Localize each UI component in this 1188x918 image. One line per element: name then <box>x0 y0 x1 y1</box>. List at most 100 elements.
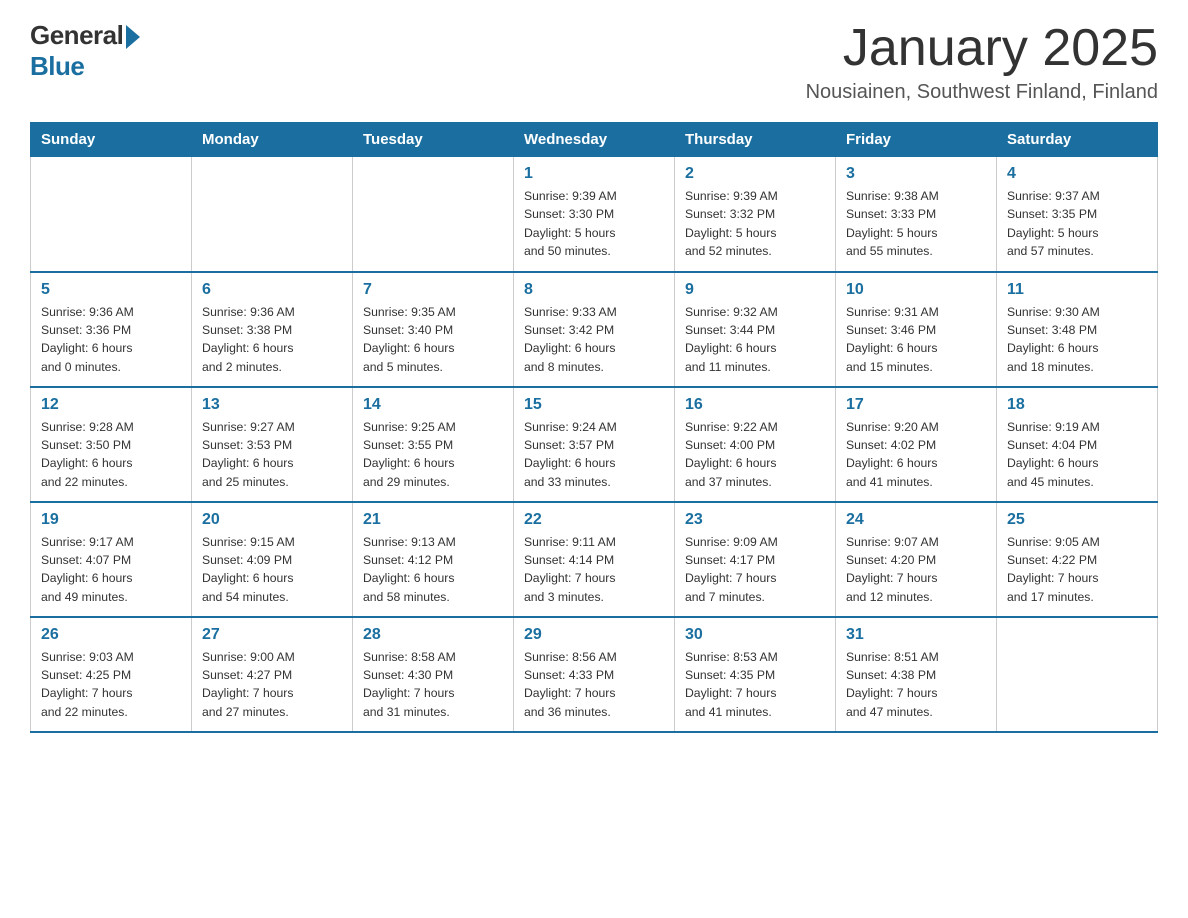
day-info: Sunrise: 9:39 AM Sunset: 3:30 PM Dayligh… <box>524 187 664 260</box>
day-info: Sunrise: 9:33 AM Sunset: 3:42 PM Dayligh… <box>524 303 664 376</box>
calendar-subtitle: Nousiainen, Southwest Finland, Finland <box>806 81 1158 104</box>
day-info: Sunrise: 9:19 AM Sunset: 4:04 PM Dayligh… <box>1007 418 1147 491</box>
day-info: Sunrise: 9:28 AM Sunset: 3:50 PM Dayligh… <box>41 418 181 491</box>
calendar-day-cell: 2 Sunrise: 9:39 AM Sunset: 3:32 PM Daylig… <box>675 157 836 272</box>
day-info: Sunrise: 9:31 AM Sunset: 3:46 PM Dayligh… <box>846 303 986 376</box>
day-info: Sunrise: 9:05 AM Sunset: 4:22 PM Dayligh… <box>1007 533 1147 606</box>
day-info: Sunrise: 9:00 AM Sunset: 4:27 PM Dayligh… <box>202 648 342 721</box>
logo-general-text: General <box>30 20 123 51</box>
title-section: January 2025 Nousiainen, Southwest Finla… <box>806 20 1158 104</box>
calendar-day-cell: 22 Sunrise: 9:11 AM Sunset: 4:14 PM Dayli… <box>514 502 675 617</box>
day-number: 30 <box>685 626 825 644</box>
calendar-day-cell: 18 Sunrise: 9:19 AM Sunset: 4:04 PM Dayli… <box>997 387 1158 502</box>
calendar-day-cell: 25 Sunrise: 9:05 AM Sunset: 4:22 PM Dayli… <box>997 502 1158 617</box>
day-number: 19 <box>41 511 181 529</box>
weekday-header-friday: Friday <box>836 123 997 157</box>
day-number: 12 <box>41 396 181 414</box>
weekday-header-saturday: Saturday <box>997 123 1158 157</box>
calendar-day-cell <box>997 617 1158 732</box>
day-number: 29 <box>524 626 664 644</box>
calendar-week-row: 26 Sunrise: 9:03 AM Sunset: 4:25 PM Dayli… <box>31 617 1158 732</box>
calendar-day-cell: 23Sunrise: 9:09 AM Sunset: 4:17 PM Dayli… <box>675 502 836 617</box>
calendar-day-cell: 13Sunrise: 9:27 AM Sunset: 3:53 PM Dayli… <box>192 387 353 502</box>
day-info: Sunrise: 9:30 AM Sunset: 3:48 PM Dayligh… <box>1007 303 1147 376</box>
calendar-day-cell: 21 Sunrise: 9:13 AM Sunset: 4:12 PM Dayli… <box>353 502 514 617</box>
day-info: Sunrise: 9:24 AM Sunset: 3:57 PM Dayligh… <box>524 418 664 491</box>
calendar-day-cell: 3 Sunrise: 9:38 AM Sunset: 3:33 PM Daylig… <box>836 157 997 272</box>
day-info: Sunrise: 9:25 AM Sunset: 3:55 PM Dayligh… <box>363 418 503 491</box>
calendar-day-cell: 30Sunrise: 8:53 AM Sunset: 4:35 PM Dayli… <box>675 617 836 732</box>
calendar-day-cell: 24 Sunrise: 9:07 AM Sunset: 4:20 PM Dayli… <box>836 502 997 617</box>
calendar-day-cell <box>31 157 192 272</box>
day-number: 24 <box>846 511 986 529</box>
day-info: Sunrise: 9:07 AM Sunset: 4:20 PM Dayligh… <box>846 533 986 606</box>
weekday-header-thursday: Thursday <box>675 123 836 157</box>
day-info: Sunrise: 9:36 AM Sunset: 3:36 PM Dayligh… <box>41 303 181 376</box>
logo-arrow-icon <box>126 25 140 49</box>
calendar-day-cell: 29 Sunrise: 8:56 AM Sunset: 4:33 PM Dayli… <box>514 617 675 732</box>
day-number: 10 <box>846 281 986 299</box>
day-number: 25 <box>1007 511 1147 529</box>
calendar-day-cell: 14 Sunrise: 9:25 AM Sunset: 3:55 PM Dayli… <box>353 387 514 502</box>
day-info: Sunrise: 9:27 AM Sunset: 3:53 PM Dayligh… <box>202 418 342 491</box>
day-info: Sunrise: 8:51 AM Sunset: 4:38 PM Dayligh… <box>846 648 986 721</box>
calendar-week-row: 19 Sunrise: 9:17 AM Sunset: 4:07 PM Dayli… <box>31 502 1158 617</box>
day-number: 20 <box>202 511 342 529</box>
calendar-table: SundayMondayTuesdayWednesdayThursdayFrid… <box>30 122 1158 733</box>
day-number: 15 <box>524 396 664 414</box>
day-info: Sunrise: 9:17 AM Sunset: 4:07 PM Dayligh… <box>41 533 181 606</box>
day-number: 1 <box>524 165 664 183</box>
day-info: Sunrise: 9:37 AM Sunset: 3:35 PM Dayligh… <box>1007 187 1147 260</box>
day-number: 5 <box>41 281 181 299</box>
day-info: Sunrise: 9:13 AM Sunset: 4:12 PM Dayligh… <box>363 533 503 606</box>
day-number: 23 <box>685 511 825 529</box>
day-number: 31 <box>846 626 986 644</box>
calendar-day-cell: 6 Sunrise: 9:36 AM Sunset: 3:38 PM Daylig… <box>192 272 353 387</box>
weekday-header-wednesday: Wednesday <box>514 123 675 157</box>
calendar-day-cell: 1 Sunrise: 9:39 AM Sunset: 3:30 PM Daylig… <box>514 157 675 272</box>
calendar-day-cell: 5 Sunrise: 9:36 AM Sunset: 3:36 PM Daylig… <box>31 272 192 387</box>
day-number: 22 <box>524 511 664 529</box>
day-number: 3 <box>846 165 986 183</box>
day-info: Sunrise: 9:11 AM Sunset: 4:14 PM Dayligh… <box>524 533 664 606</box>
day-number: 8 <box>524 281 664 299</box>
day-info: Sunrise: 9:36 AM Sunset: 3:38 PM Dayligh… <box>202 303 342 376</box>
day-number: 14 <box>363 396 503 414</box>
day-info: Sunrise: 9:15 AM Sunset: 4:09 PM Dayligh… <box>202 533 342 606</box>
day-info: Sunrise: 9:39 AM Sunset: 3:32 PM Dayligh… <box>685 187 825 260</box>
day-info: Sunrise: 9:38 AM Sunset: 3:33 PM Dayligh… <box>846 187 986 260</box>
calendar-day-cell: 19 Sunrise: 9:17 AM Sunset: 4:07 PM Dayli… <box>31 502 192 617</box>
calendar-week-row: 1 Sunrise: 9:39 AM Sunset: 3:30 PM Daylig… <box>31 157 1158 272</box>
day-number: 21 <box>363 511 503 529</box>
day-info: Sunrise: 8:58 AM Sunset: 4:30 PM Dayligh… <box>363 648 503 721</box>
weekday-header-row: SundayMondayTuesdayWednesdayThursdayFrid… <box>31 123 1158 157</box>
day-number: 16 <box>685 396 825 414</box>
calendar-day-cell: 31 Sunrise: 8:51 AM Sunset: 4:38 PM Dayli… <box>836 617 997 732</box>
calendar-day-cell: 17Sunrise: 9:20 AM Sunset: 4:02 PM Dayli… <box>836 387 997 502</box>
calendar-day-cell: 11Sunrise: 9:30 AM Sunset: 3:48 PM Dayli… <box>997 272 1158 387</box>
day-number: 18 <box>1007 396 1147 414</box>
calendar-day-cell: 7 Sunrise: 9:35 AM Sunset: 3:40 PM Daylig… <box>353 272 514 387</box>
calendar-day-cell: 27Sunrise: 9:00 AM Sunset: 4:27 PM Dayli… <box>192 617 353 732</box>
day-number: 7 <box>363 281 503 299</box>
calendar-day-cell <box>353 157 514 272</box>
day-info: Sunrise: 9:03 AM Sunset: 4:25 PM Dayligh… <box>41 648 181 721</box>
day-number: 4 <box>1007 165 1147 183</box>
page-header: General Blue January 2025 Nousiainen, So… <box>30 20 1158 104</box>
calendar-title: January 2025 <box>806 20 1158 77</box>
calendar-day-cell: 4 Sunrise: 9:37 AM Sunset: 3:35 PM Daylig… <box>997 157 1158 272</box>
calendar-day-cell: 10 Sunrise: 9:31 AM Sunset: 3:46 PM Dayli… <box>836 272 997 387</box>
day-info: Sunrise: 8:56 AM Sunset: 4:33 PM Dayligh… <box>524 648 664 721</box>
day-number: 2 <box>685 165 825 183</box>
calendar-day-cell: 26 Sunrise: 9:03 AM Sunset: 4:25 PM Dayli… <box>31 617 192 732</box>
weekday-header-monday: Monday <box>192 123 353 157</box>
calendar-day-cell: 28Sunrise: 8:58 AM Sunset: 4:30 PM Dayli… <box>353 617 514 732</box>
calendar-day-cell: 20 Sunrise: 9:15 AM Sunset: 4:09 PM Dayli… <box>192 502 353 617</box>
day-number: 17 <box>846 396 986 414</box>
logo-blue-text: Blue <box>30 51 84 82</box>
day-info: Sunrise: 9:35 AM Sunset: 3:40 PM Dayligh… <box>363 303 503 376</box>
day-number: 6 <box>202 281 342 299</box>
day-info: Sunrise: 9:32 AM Sunset: 3:44 PM Dayligh… <box>685 303 825 376</box>
calendar-day-cell: 15 Sunrise: 9:24 AM Sunset: 3:57 PM Dayli… <box>514 387 675 502</box>
day-number: 26 <box>41 626 181 644</box>
